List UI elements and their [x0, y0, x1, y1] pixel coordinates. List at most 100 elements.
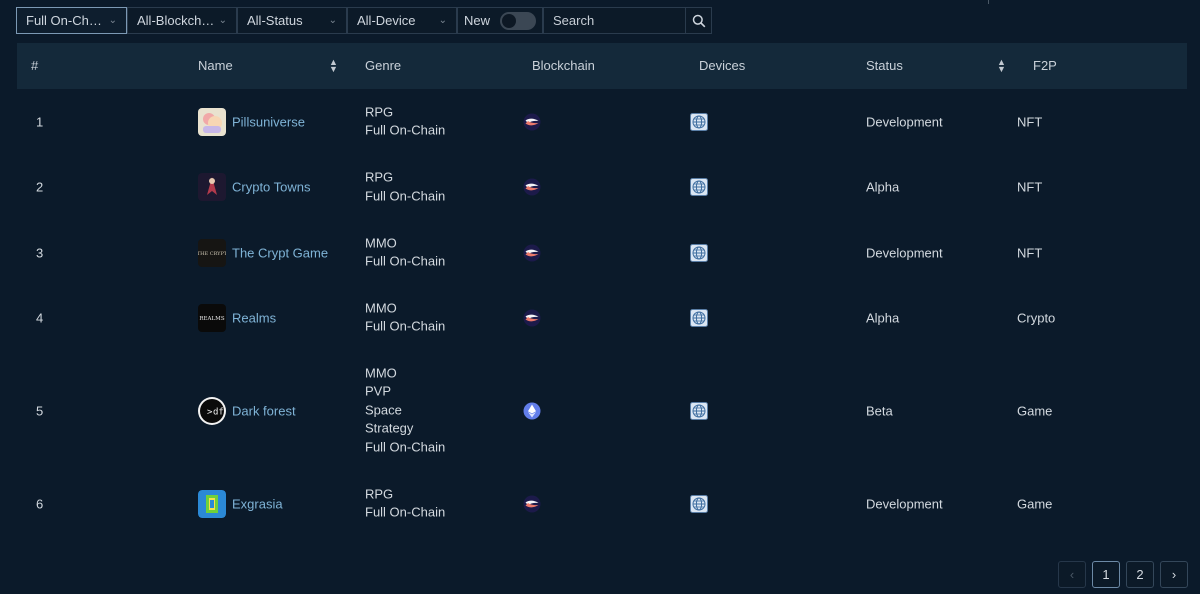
blockchain-select-value: All-Blockchain	[137, 13, 217, 28]
header-status[interactable]: Status	[866, 43, 903, 89]
game-name-link[interactable]: Realms	[232, 310, 276, 325]
game-avatar[interactable]: > df	[198, 396, 226, 425]
header-blockchain: Blockchain	[532, 58, 595, 73]
genre-list: MMO Full On-Chain	[365, 234, 445, 271]
ethereum-icon	[523, 402, 541, 420]
f2p-text: Game	[1017, 403, 1053, 418]
f2p-text: Crypto	[1017, 310, 1056, 325]
genre-tag: Full On-Chain	[365, 122, 446, 138]
game-avatar[interactable]	[198, 173, 226, 201]
new-toggle[interactable]	[500, 11, 537, 30]
web-icon	[690, 308, 708, 327]
row-index: 2	[36, 179, 44, 195]
status-select[interactable]: All-Status ⌄	[237, 7, 347, 34]
row-index: 6	[36, 496, 44, 511]
table-row[interactable]: 2 Crypto Towns RPG Full On-Chain Alpha NF…	[17, 154, 1187, 220]
row-index: 5	[36, 403, 44, 418]
starknet-icon	[523, 495, 541, 513]
f2p-text: NFT	[1017, 114, 1043, 129]
new-filter: New	[457, 7, 543, 34]
sort-icon[interactable]: ▲ ▼	[329, 58, 338, 74]
search-button[interactable]	[685, 7, 712, 34]
game-name-link[interactable]: Dark forest	[232, 403, 296, 418]
prev-page-button[interactable]: ‹	[1058, 561, 1086, 588]
table-row[interactable]: 1 Pillsuniverse RPG Full On-Chain Develop…	[17, 89, 1187, 154]
starknet-icon	[523, 113, 541, 131]
device-select[interactable]: All-Device ⌄	[347, 7, 457, 34]
starknet-icon	[523, 178, 541, 196]
status-text: Development	[866, 114, 943, 129]
game-name-link[interactable]: The Crypt Game	[232, 245, 328, 260]
genre-tag: Full On-Chain	[365, 504, 446, 520]
starknet-icon	[523, 244, 541, 262]
status-text: Beta	[866, 403, 893, 418]
header-name[interactable]: Name	[198, 43, 233, 89]
chevron-left-icon: ‹	[1069, 567, 1075, 582]
category-select[interactable]: Full On-Chain ⌄	[16, 7, 127, 34]
chevron-down-icon: ⌄	[108, 15, 117, 26]
web-icon	[690, 178, 708, 196]
search-placeholder: Search	[553, 13, 595, 28]
game-avatar[interactable]	[198, 489, 226, 518]
svg-text:REALMS: REALMS	[199, 316, 224, 322]
genre-tag: Strategy	[365, 420, 414, 436]
status-text: Development	[866, 245, 943, 260]
page-button[interactable]: 1	[1092, 561, 1120, 588]
genre-list: RPG Full On-Chain	[365, 485, 445, 522]
table-row[interactable]: 5 > df Dark forest MMO PVP Space Strategy Ful…	[17, 350, 1187, 471]
search-input[interactable]: Search	[543, 7, 685, 34]
row-index: 4	[36, 310, 44, 325]
pagination: ‹ 1 2 ›	[1058, 561, 1188, 588]
header-index: #	[31, 58, 39, 73]
table-row[interactable]: 6 Exgrasia RPG Full On-Chain Development …	[17, 471, 1187, 536]
web-icon	[690, 243, 708, 262]
header-devices: Devices	[699, 58, 746, 73]
blockchain-select[interactable]: All-Blockchain ⌄	[127, 7, 237, 34]
web-icon	[690, 401, 708, 420]
header-f2p: F2P	[1033, 58, 1057, 73]
genre-tag: RPG	[365, 485, 394, 501]
table-row[interactable]: 4 REALMS Realms MMO Full On-Chain Alpha C…	[17, 285, 1187, 350]
category-select-value: Full On-Chain	[26, 13, 106, 28]
genre-tag: Space	[365, 402, 402, 418]
search-icon	[692, 14, 705, 27]
web-icon	[690, 494, 708, 513]
genre-tag: RPG	[365, 103, 394, 119]
device-select-value: All-Device	[357, 13, 416, 28]
status-text: Alpha	[866, 179, 900, 195]
game-avatar[interactable]: THE CRYPT	[198, 238, 226, 267]
f2p-text: Game	[1017, 496, 1053, 511]
genre-list: RPG Full On-Chain	[365, 103, 445, 140]
starknet-icon	[523, 309, 541, 327]
chevron-down-icon: ⌄	[218, 15, 227, 26]
game-name-link[interactable]: Pillsuniverse	[232, 114, 305, 129]
table-header: # Name ▲ ▼ Genre Blockchain Devices Statu…	[17, 43, 1187, 89]
svg-text:THE CRYPT: THE CRYPT	[198, 251, 226, 257]
game-avatar[interactable]	[198, 107, 226, 136]
genre-tag: MMO	[365, 365, 397, 381]
status-text: Development	[866, 496, 943, 511]
top-divider	[988, 0, 989, 4]
row-index: 1	[36, 114, 44, 129]
chevron-right-icon: ›	[1171, 567, 1177, 582]
page-button[interactable]: 2	[1126, 561, 1154, 588]
sort-icon[interactable]: ▲ ▼	[997, 58, 1006, 74]
header-genre: Genre	[365, 58, 402, 73]
genre-tag: MMO	[365, 234, 397, 250]
chevron-down-icon: ⌄	[328, 15, 337, 26]
f2p-text: NFT	[1017, 245, 1043, 260]
genre-tag: Full On-Chain	[365, 439, 446, 455]
f2p-text: NFT	[1017, 179, 1043, 195]
game-name-link[interactable]: Crypto Towns	[232, 180, 311, 195]
next-page-button[interactable]: ›	[1160, 561, 1188, 588]
game-avatar[interactable]: REALMS	[198, 303, 226, 332]
genre-list: MMO PVP Space Strategy Full On-Chain	[365, 364, 445, 457]
genre-tag: MMO	[365, 299, 397, 315]
filter-bar: Full On-Chain ⌄ All-Blockchain ⌄ All-Sta…	[16, 7, 712, 34]
genre-list: MMO Full On-Chain	[365, 299, 445, 336]
game-name-link[interactable]: Exgrasia	[232, 496, 283, 511]
table-row[interactable]: 3 THE CRYPT The Crypt Game MMO Full On-Ch…	[17, 220, 1187, 285]
genre-tag: RPG	[365, 169, 394, 185]
svg-text:df: df	[213, 407, 224, 417]
new-label: New	[464, 13, 491, 28]
